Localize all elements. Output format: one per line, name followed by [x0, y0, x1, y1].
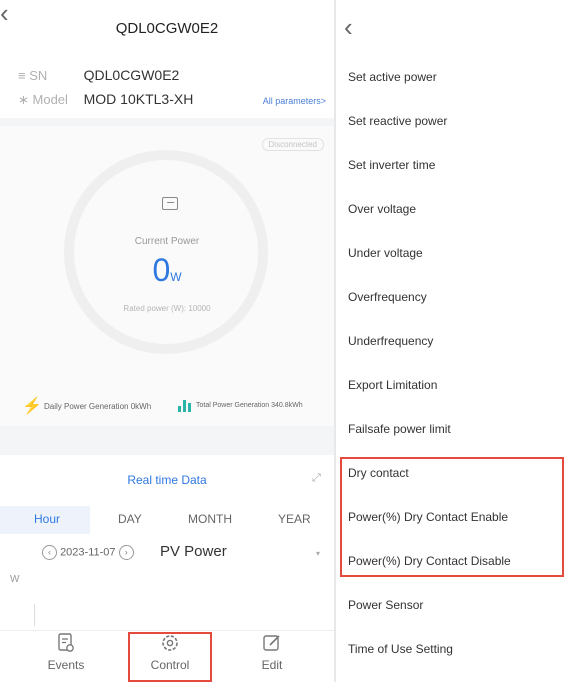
model-label: Model	[32, 92, 68, 107]
device-title: QDL0CGW0E2	[115, 20, 219, 37]
device-panel: ‹ QDL0CGW0E2 ≡ SN QDL0CGW0E2 ∗ Model MOD…	[0, 0, 334, 682]
events-icon	[26, 632, 106, 654]
model-value: MOD 10KTL3-XH	[83, 91, 194, 107]
lightning-icon: ⚡	[22, 398, 42, 415]
menu-item-overfrequency[interactable]: Overfrequency	[348, 290, 427, 304]
sn-row: ≡ SN QDL0CGW0E2	[18, 67, 179, 83]
current-power-value: 0W	[152, 252, 182, 288]
control-menu-panel: ‹ Set active power Set reactive power Se…	[336, 0, 575, 682]
menu-item-failsafe-power-limit[interactable]: Failsafe power limit	[348, 422, 451, 436]
expand-icon[interactable]: ⤢	[312, 472, 321, 485]
back-arrow-icon[interactable]: ‹	[344, 14, 353, 40]
menu-item-set-reactive-power[interactable]: Set reactive power	[348, 114, 447, 128]
total-generation: Total Power Generation 340.8kWh	[196, 402, 303, 409]
metric-select[interactable]: PV Power	[160, 543, 227, 560]
realtime-title: Real time Data	[127, 473, 207, 487]
date-value[interactable]: 2023-11-07	[60, 546, 115, 558]
period-tabs: Hour DAY MONTH YEAR	[0, 512, 334, 534]
daily-generation: Daily Power Generation 0kWh	[44, 402, 152, 411]
model-row: ∗ Model MOD 10KTL3-XH	[18, 91, 193, 108]
status-badge: Disconnected	[261, 138, 324, 151]
rated-power: Rated power (W): 10000	[123, 304, 211, 313]
chart-unit: W	[10, 574, 20, 585]
current-power-label: Current Power	[134, 236, 200, 247]
edit-icon	[232, 632, 312, 654]
tab-day[interactable]: DAY	[118, 512, 142, 526]
image-icon	[162, 197, 178, 210]
menu-item-underfrequency[interactable]: Underfrequency	[348, 334, 433, 348]
chart-axis	[34, 604, 35, 626]
menu-item-under-voltage[interactable]: Under voltage	[348, 246, 423, 260]
dropdown-caret-icon[interactable]: ▾	[316, 549, 320, 558]
control-highlight-box	[128, 632, 212, 682]
sn-icon: ≡	[18, 68, 30, 83]
nav-events-label: Events	[47, 658, 85, 672]
model-icon: ∗	[18, 92, 33, 107]
next-date-icon[interactable]: ›	[118, 545, 134, 560]
dry-contact-highlight-box	[340, 457, 564, 577]
tab-year[interactable]: YEAR	[278, 512, 311, 526]
date-selector: ‹ 2023-11-07 ›	[42, 545, 134, 560]
bar-chart-icon	[178, 400, 192, 412]
nav-events[interactable]: Events	[26, 632, 106, 672]
menu-item-set-active-power[interactable]: Set active power	[348, 70, 437, 84]
sn-value: QDL0CGW0E2	[83, 67, 180, 83]
menu-item-set-inverter-time[interactable]: Set inverter time	[348, 158, 435, 172]
all-parameters-link[interactable]: All parameters>	[263, 96, 326, 106]
menu-item-power-sensor[interactable]: Power Sensor	[348, 598, 423, 612]
sn-label: SN	[29, 68, 48, 83]
prev-date-icon[interactable]: ‹	[42, 545, 57, 560]
tab-month[interactable]: MONTH	[188, 512, 232, 526]
nav-edit-label: Edit	[261, 658, 283, 672]
menu-item-time-of-use-setting[interactable]: Time of Use Setting	[348, 642, 453, 656]
tab-hour[interactable]: Hour	[34, 512, 60, 526]
nav-edit[interactable]: Edit	[232, 632, 312, 672]
menu-item-export-limitation[interactable]: Export Limitation	[348, 378, 437, 392]
menu-item-over-voltage[interactable]: Over voltage	[348, 202, 416, 216]
